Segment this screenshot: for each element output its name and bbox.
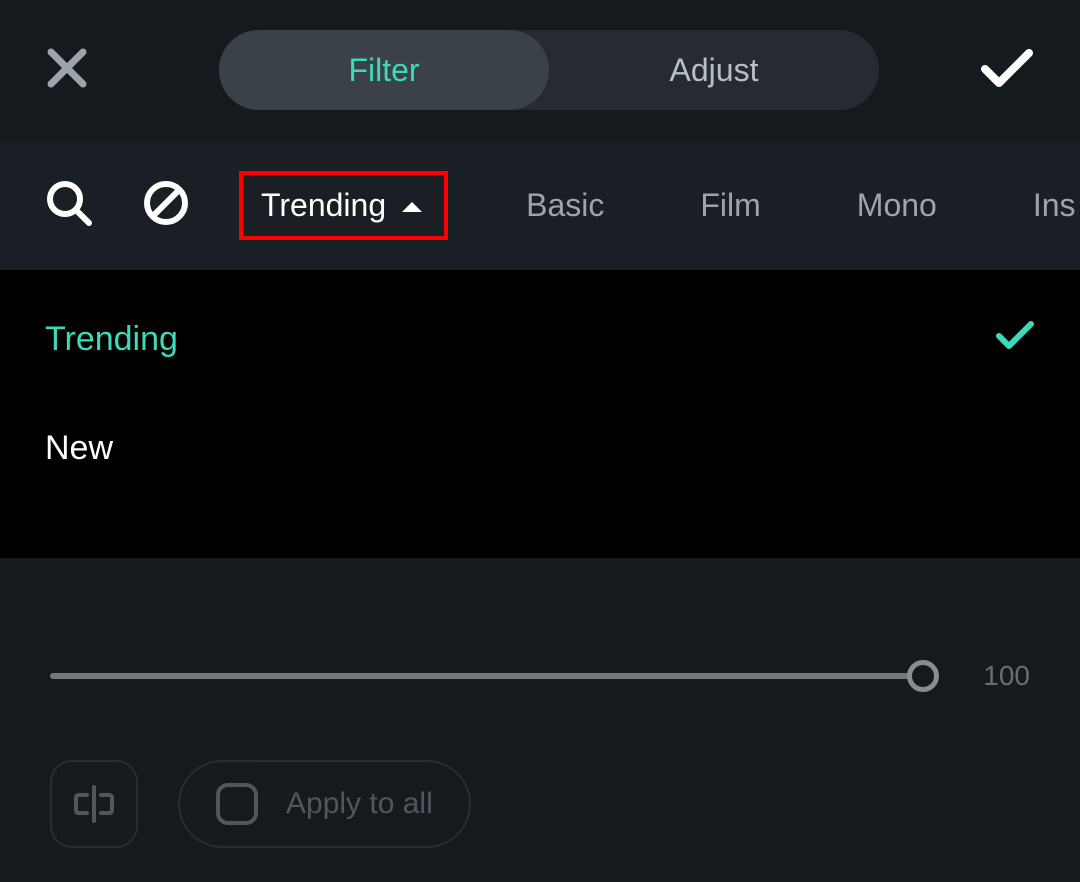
category-trending-label: Trending (261, 187, 386, 224)
category-film[interactable]: Film (682, 175, 778, 236)
category-ins[interactable]: Ins (1015, 175, 1080, 236)
category-basic-label: Basic (526, 187, 604, 224)
dropdown-item-new[interactable]: New (45, 409, 1035, 488)
checkmark-icon (979, 47, 1035, 89)
none-filter-button[interactable] (143, 180, 189, 231)
close-icon (45, 46, 89, 90)
close-button[interactable] (45, 46, 89, 95)
dropdown-new-label: New (45, 429, 113, 468)
filter-tab[interactable]: Filter (219, 30, 549, 110)
apply-all-label: Apply to all (286, 787, 433, 821)
bottom-controls: Apply to all (0, 760, 1080, 848)
category-trending[interactable]: Trending (239, 171, 448, 240)
intensity-slider-row: 100 (0, 660, 1080, 692)
category-mono[interactable]: Mono (839, 175, 955, 236)
filter-tab-label: Filter (348, 52, 419, 89)
category-list: Trending Basic Film Mono Ins Scenery (239, 171, 1080, 240)
apply-to-all-button[interactable]: Apply to all (178, 760, 471, 848)
category-film-label: Film (700, 187, 760, 224)
checkmark-icon (995, 320, 1035, 359)
sort-dropdown: Trending New (0, 270, 1080, 558)
intensity-slider[interactable] (50, 673, 923, 679)
category-ins-label: Ins (1033, 187, 1076, 224)
slider-thumb[interactable] (907, 660, 939, 692)
confirm-button[interactable] (979, 47, 1035, 94)
filter-adjust-segment: Filter Adjust (219, 30, 879, 110)
compare-button[interactable] (50, 760, 138, 848)
dropdown-trending-label: Trending (45, 320, 178, 359)
search-button[interactable] (45, 179, 93, 232)
slider-value: 100 (983, 660, 1030, 692)
dropdown-item-trending[interactable]: Trending (45, 300, 1035, 379)
category-mono-label: Mono (857, 187, 937, 224)
adjust-tab-label: Adjust (670, 52, 759, 89)
search-icon (45, 179, 93, 227)
checkbox-icon (216, 783, 258, 825)
adjust-tab[interactable]: Adjust (549, 30, 879, 110)
compare-icon (73, 783, 115, 825)
caret-up-icon (398, 187, 426, 224)
prohibit-icon (143, 180, 189, 226)
category-basic[interactable]: Basic (508, 175, 622, 236)
